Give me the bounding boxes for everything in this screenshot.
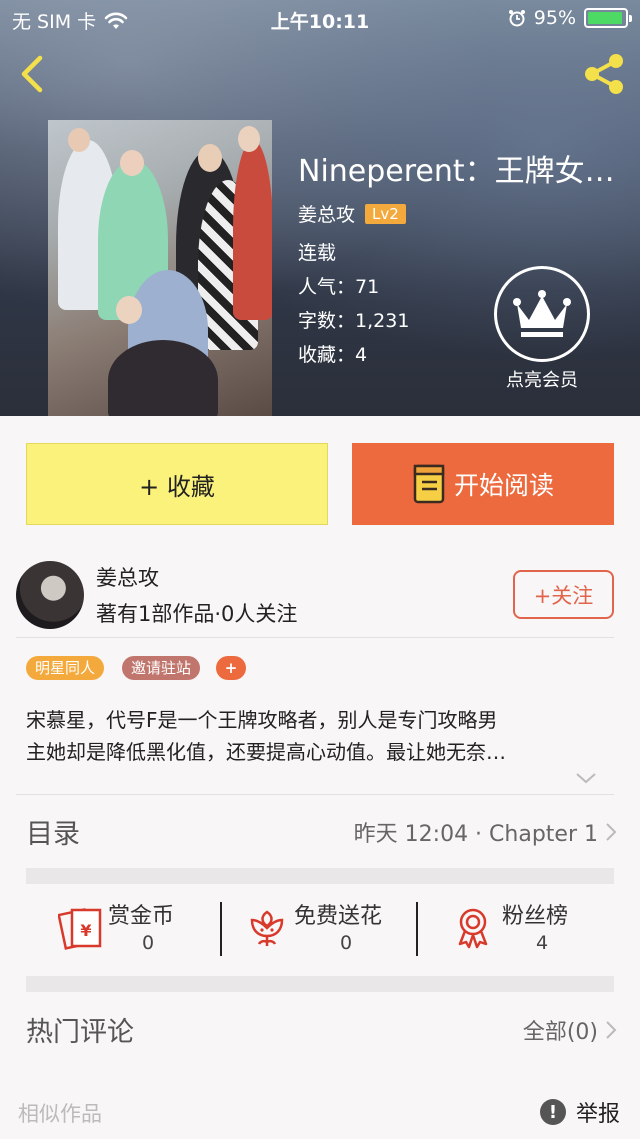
- description-line: 宋慕星，代号F是一个王牌攻略者，别人是专门攻略男: [26, 708, 498, 732]
- book-description[interactable]: 宋慕星，代号F是一个王牌攻略者，别人是专门攻略男 主她却是降低黑化值，还要提高心…: [26, 704, 618, 768]
- svg-text:¥: ¥: [80, 921, 91, 940]
- book-status: 连载: [298, 242, 337, 264]
- vip-member-button[interactable]: 点亮会员: [492, 266, 592, 392]
- stat-divider: [416, 902, 418, 956]
- start-reading-label: 开始阅读: [453, 471, 554, 500]
- level-badge: Lv2: [365, 203, 406, 224]
- word-count-value: 1,231: [355, 310, 410, 332]
- catalog-title[interactable]: 目录: [26, 812, 80, 851]
- chevron-down-icon: [576, 773, 596, 784]
- favorites-stat: 收藏：4: [298, 340, 367, 367]
- book-cover-image[interactable]: [48, 120, 272, 416]
- popularity-stat: 人气：71: [298, 272, 379, 299]
- chevron-right-icon: [606, 1021, 617, 1039]
- divider: [16, 637, 614, 638]
- chevron-right-icon: [606, 823, 617, 841]
- alarm-icon: [508, 10, 525, 27]
- divider: [16, 794, 614, 795]
- chevron-left-icon: [21, 55, 43, 93]
- hot-comments-title: 热门评论: [26, 1017, 134, 1048]
- free-flower-label: 免费送花: [294, 904, 383, 929]
- alert-icon: !: [539, 1099, 566, 1125]
- popularity-label: 人气：: [298, 276, 356, 298]
- favorites-value: 4: [355, 344, 368, 366]
- book-header: 无 SIM 卡 上午10:11 95% Nineperent：王牌女配… 姜总攻…: [0, 0, 640, 416]
- all-comments-label: 全部(0): [522, 1020, 598, 1045]
- vip-label: 点亮会员: [506, 370, 578, 391]
- all-comments-link[interactable]: 全部(0): [523, 1014, 618, 1046]
- back-button[interactable]: [14, 52, 54, 96]
- similar-works-title: 相似作品: [18, 1102, 102, 1126]
- share-button[interactable]: [580, 52, 628, 96]
- popularity-value: 71: [355, 276, 380, 298]
- start-reading-button[interactable]: 开始阅读: [352, 443, 614, 525]
- reward-coins-label: 赏金币: [108, 904, 175, 929]
- report-label: 举报: [575, 1102, 620, 1127]
- collect-button[interactable]: + 收藏: [26, 443, 328, 525]
- add-tag-button[interactable]: +: [216, 656, 246, 680]
- battery-icon: [584, 8, 632, 28]
- book-title: Nineperent：王牌女配…: [298, 154, 638, 189]
- section-separator: [26, 868, 614, 884]
- follow-button[interactable]: +关注: [513, 570, 614, 619]
- author-avatar[interactable]: [16, 561, 84, 629]
- word-count-stat: 字数：1,231: [298, 306, 409, 333]
- free-flower-value: 0: [340, 932, 353, 954]
- free-flower-button[interactable]: 免费送花 0: [244, 898, 404, 964]
- book-icon: [413, 464, 445, 504]
- book-author[interactable]: 姜总攻: [298, 200, 355, 227]
- fan-ranking-button[interactable]: 粉丝榜 4: [452, 898, 592, 964]
- reward-coins-button[interactable]: ¥ 赏金币 0: [58, 898, 198, 964]
- latest-chapter-text: 昨天 12:04 · Chapter 1: [353, 822, 598, 847]
- word-count-label: 字数：: [298, 310, 356, 332]
- reward-coins-value: 0: [142, 932, 155, 954]
- fan-ranking-value: 4: [536, 932, 549, 954]
- battery-fill: [588, 12, 623, 24]
- crown-icon: [513, 290, 571, 337]
- tag-celebrity-fanfic[interactable]: 明星同人: [26, 656, 105, 680]
- flower-icon: [250, 910, 284, 946]
- status-bar: 无 SIM 卡 上午10:11 95%: [0, 0, 640, 40]
- catalog-latest-chapter[interactable]: 昨天 12:04 · Chapter 1: [354, 816, 618, 848]
- section-separator: [26, 976, 614, 992]
- expand-description-button[interactable]: [574, 768, 598, 788]
- stat-divider: [220, 902, 222, 956]
- invite-resident-tag[interactable]: 邀请驻站: [122, 656, 201, 680]
- author-name[interactable]: 姜总攻: [96, 562, 159, 592]
- share-icon: [585, 54, 623, 94]
- description-line: 主她却是降低黑化值，还要提高心动值。最让她无奈…: [26, 740, 506, 764]
- favorites-label: 收藏：: [298, 344, 356, 366]
- medal-icon: [458, 908, 488, 949]
- author-stats: 著有1部作品·0人关注: [96, 602, 298, 626]
- report-button[interactable]: ! 举报: [539, 1096, 620, 1128]
- fan-ranking-label: 粉丝榜: [502, 904, 569, 929]
- battery-percent: 95%: [533, 7, 576, 29]
- red-envelope-icon: ¥: [58, 908, 102, 950]
